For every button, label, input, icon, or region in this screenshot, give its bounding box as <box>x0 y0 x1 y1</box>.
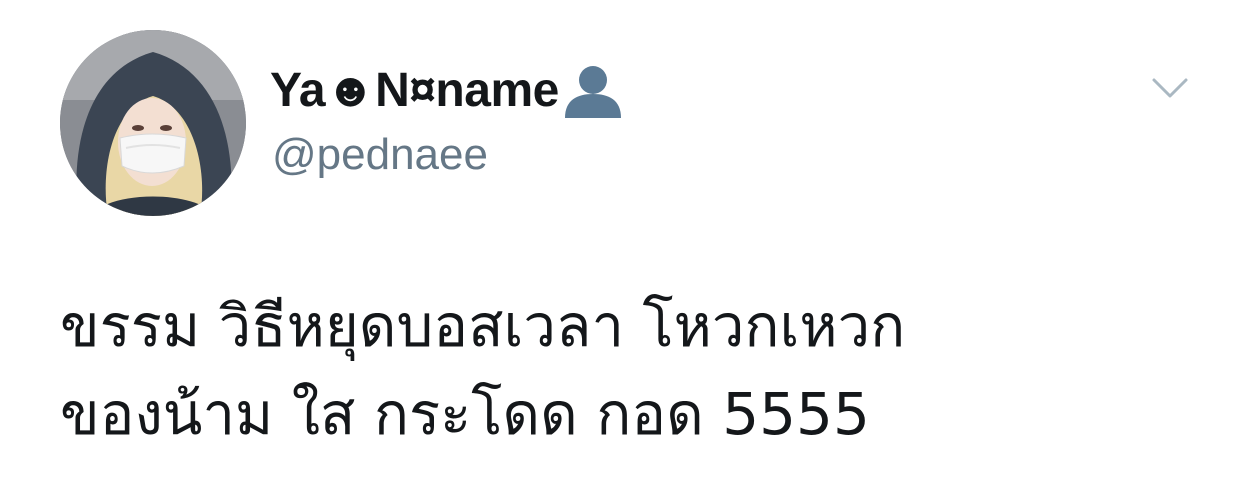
bust-in-silhouette-icon <box>561 62 625 118</box>
avatar[interactable] <box>60 30 246 216</box>
display-name[interactable]: Ya☻N¤name <box>270 63 559 118</box>
tweet-text-line: ของน้าม ใส กระโดด กอด 5555 <box>60 380 870 448</box>
name-row[interactable]: Ya☻N¤name <box>270 58 625 122</box>
user-handle[interactable]: @pednaee <box>272 130 488 180</box>
tweet-card: Ya☻N¤name @pednaee ขรรม วิธีหยุดบอสเวลา … <box>0 0 1242 492</box>
avatar-image <box>60 30 246 216</box>
tweet-text-line: ขรรม วิธีหยุดบอสเวลา โหวกเหวก <box>60 292 906 360</box>
chevron-down-icon[interactable] <box>1148 70 1192 106</box>
tweet-text: ขรรม วิธีหยุดบอสเวลา โหวกเหวก ของน้าม ใส… <box>60 282 1200 458</box>
